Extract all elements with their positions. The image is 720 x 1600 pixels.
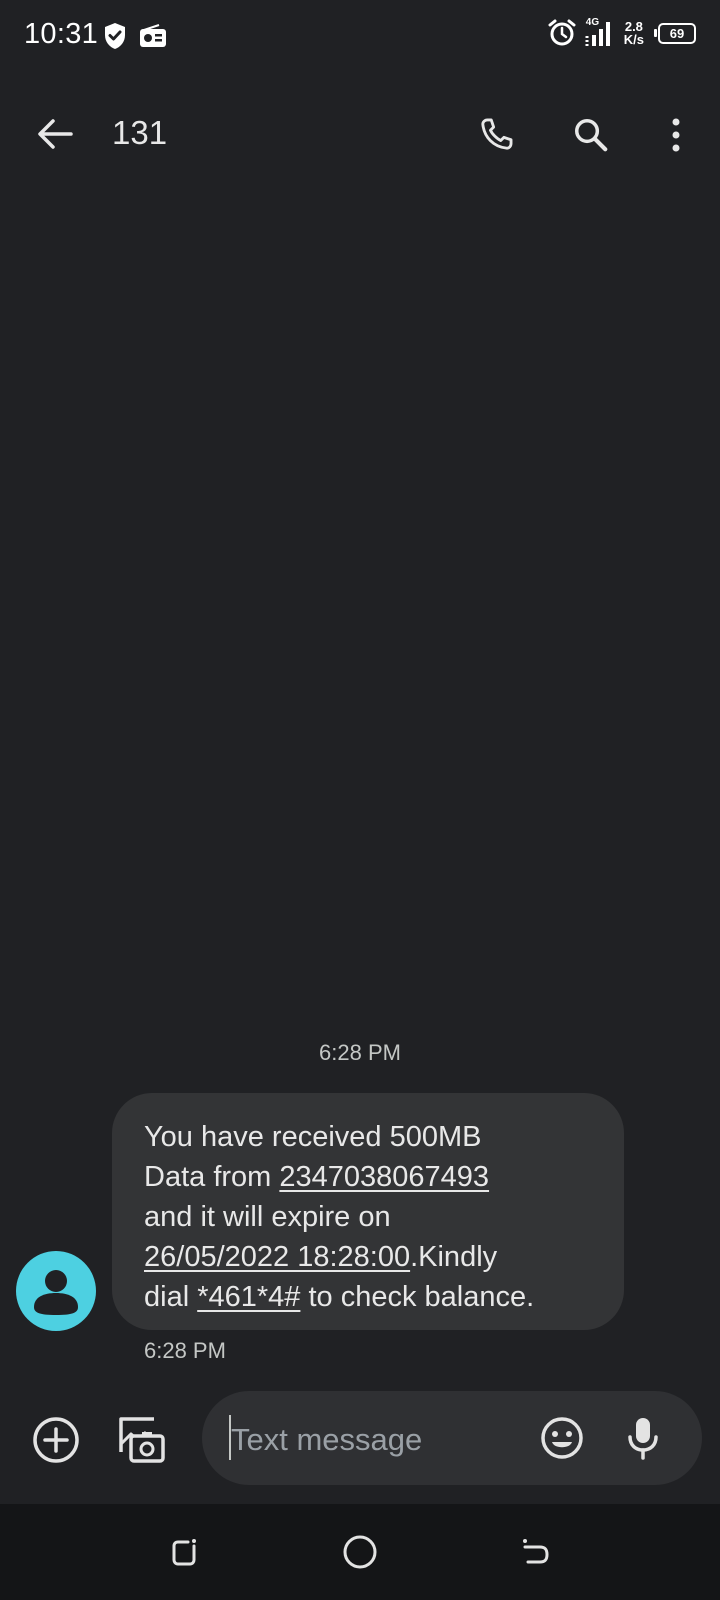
person-icon [16,1251,96,1331]
voice-button[interactable] [619,1414,667,1462]
alarm-icon [548,19,576,47]
message-line: 26/05/2022 18:28:00.Kindly [144,1237,594,1277]
status-time: 10:31 [24,18,99,50]
home-icon [342,1534,378,1570]
system-back-button[interactable] [512,1528,560,1576]
home-button[interactable] [336,1528,384,1576]
more-options-button[interactable] [652,111,700,159]
attach-button[interactable] [32,1416,80,1464]
message-text: and it will expire on [144,1201,391,1233]
conversation-title: 131 [112,114,168,151]
message-text: dial [144,1281,198,1313]
message-line: and it will expire on [144,1197,594,1237]
status-right-icons: 4G 2.8 K/s 69 [548,18,696,48]
recents-button[interactable] [160,1528,208,1576]
add-circle-icon [32,1416,80,1464]
message-text: Data from [144,1161,280,1193]
emoji-icon [540,1416,584,1460]
emoji-button[interactable] [538,1414,586,1462]
gallery-button[interactable] [117,1415,165,1463]
speed-unit: K/s [623,32,644,47]
back-button[interactable] [31,110,79,158]
battery-icon: 69 [654,22,696,44]
message-line: dial *461*4# to check balance. [144,1277,594,1317]
recents-icon [167,1535,201,1569]
message-text: You have received 500MB [144,1121,482,1153]
net-speed: 2.8 K/s [624,20,644,46]
phone-icon [477,116,515,154]
shield-check-icon [103,22,127,50]
radio-icon [139,24,167,48]
back-arrow-icon [37,118,73,150]
message-bubble[interactable]: You have received 500MB Data from 234703… [112,1093,624,1330]
message-input[interactable] [231,1418,521,1462]
search-icon [572,116,610,154]
message-text: to check balance. [300,1281,535,1313]
message-timestamp: 6:28 PM [144,1338,226,1363]
status-left-icons [103,22,167,50]
message-line: You have received 500MB [144,1117,594,1157]
gallery-icon [116,1414,166,1464]
phone-number-link[interactable]: 2347038067493 [279,1161,489,1193]
message-text: .Kindly [410,1241,498,1273]
call-button[interactable] [472,111,520,159]
message-line: Data from 2347038067493 [144,1157,594,1197]
mic-icon [627,1416,659,1460]
search-button[interactable] [567,111,615,159]
signal-icon: 4G [584,18,616,48]
battery-level: 69 [669,25,685,41]
more-vert-icon [670,117,682,153]
date-separator: 6:28 PM [319,1040,401,1065]
ussd-code-link[interactable]: *461*4# [197,1281,300,1313]
avatar[interactable] [16,1251,96,1331]
back-icon [519,1535,553,1569]
datetime-link[interactable]: 26/05/2022 18:28:00 [144,1241,410,1273]
